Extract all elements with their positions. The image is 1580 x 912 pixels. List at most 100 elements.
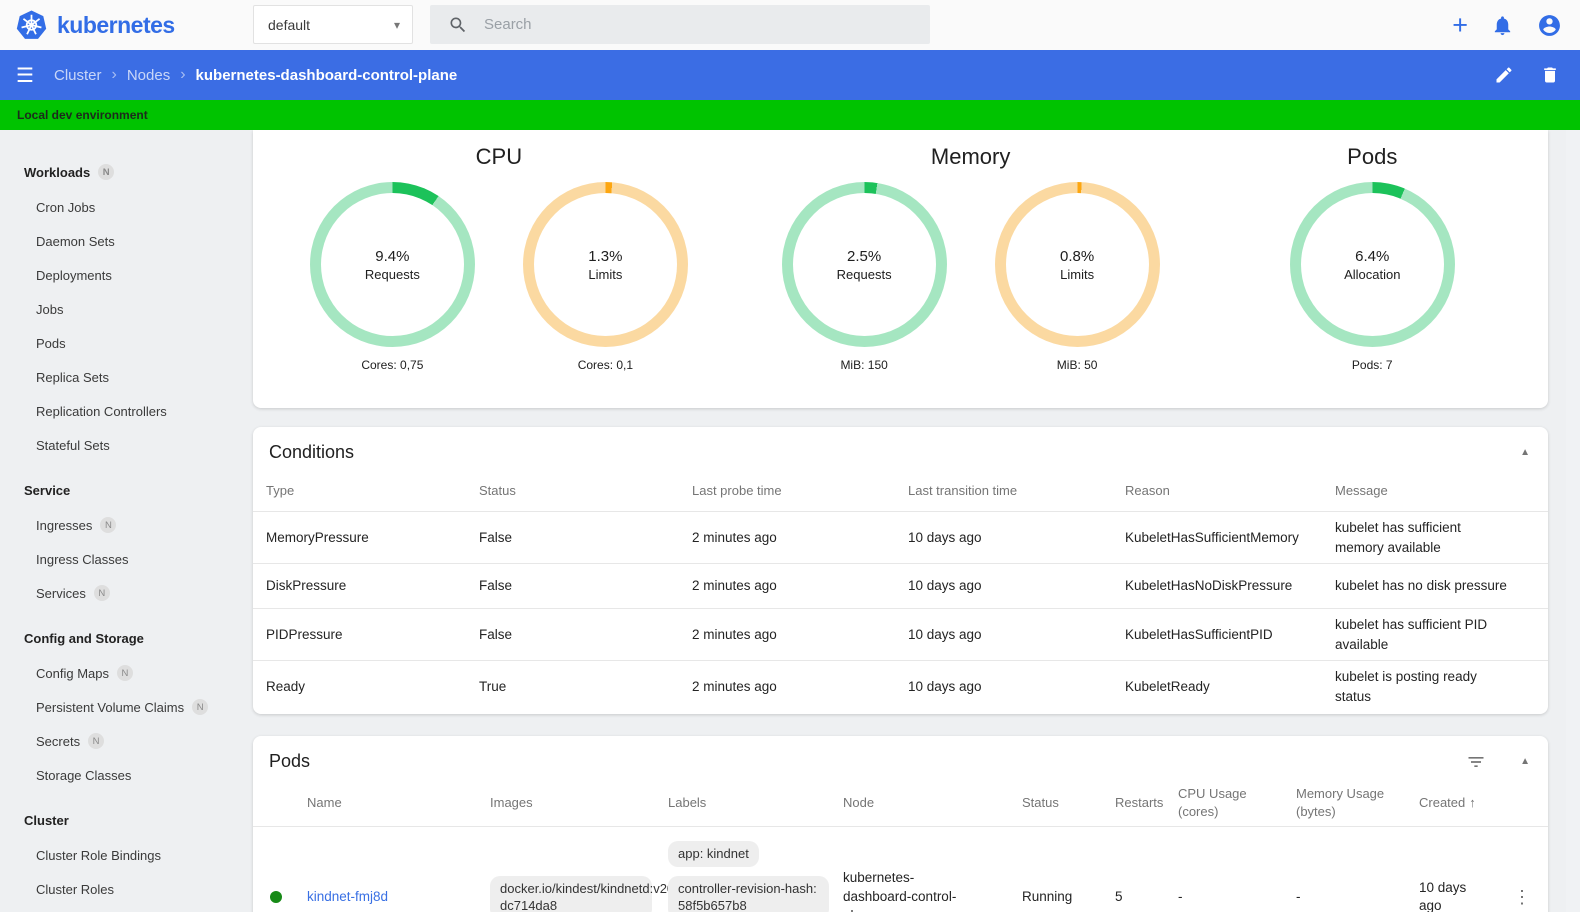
condition-type: MemoryPressure <box>266 529 369 545</box>
pods-header-row: Name Images Labels Node Status Restarts … <box>253 780 1548 826</box>
condition-probe-time: 2 minutes ago <box>692 626 777 642</box>
condition-status: True <box>479 679 507 695</box>
pod-restarts: 5 <box>1115 889 1123 905</box>
condition-probe-time: 2 minutes ago <box>692 578 777 594</box>
namespaced-badge: N <box>98 164 115 180</box>
condition-message: kubelet has no disk pressure <box>1335 578 1507 594</box>
donut-label: Requests <box>364 266 420 282</box>
pods-allocation-donut: 6.4% Allocation <box>1289 182 1455 347</box>
search-input[interactable] <box>484 16 918 33</box>
brand[interactable]: kubernetes <box>16 0 175 50</box>
top-header: kubernetes default ▾ + <box>0 0 1580 50</box>
condition-message: kubelet is posting ready status <box>1335 669 1477 704</box>
sidebar-item-label: Ingress Classes <box>36 551 129 567</box>
sidebar-section-label: Cluster <box>24 812 69 828</box>
condition-reason: KubeletHasSufficientMemory <box>1125 529 1299 545</box>
breadcrumb: Cluster › Nodes › kubernetes-dashboard-c… <box>54 66 457 84</box>
filter-icon[interactable] <box>1466 752 1486 772</box>
cpu-limits-donut: 1.3% Limits <box>522 182 688 347</box>
column-header: Images <box>490 795 533 811</box>
sidebar-section-cluster[interactable]: Cluster <box>0 802 247 838</box>
pod-name-link[interactable]: kindnet-fmj8d <box>307 889 388 904</box>
brand-wordmark: kubernetes <box>57 11 175 38</box>
namespace-selector[interactable]: default ▾ <box>253 5 413 44</box>
sidebar-item-label: Services <box>36 585 86 601</box>
collapse-arrow-icon[interactable]: ▲ <box>1520 447 1530 458</box>
sidebar-section-config-storage[interactable]: Config and Storage <box>0 620 247 656</box>
column-header: Message <box>1335 482 1388 498</box>
sidebar-section-service[interactable]: Service <box>0 472 247 508</box>
vertical-scrollbar[interactable] <box>1566 130 1580 912</box>
conditions-header-row: Type Status Last probe time Last transit… <box>253 471 1548 511</box>
sidebar-item-cluster-roles[interactable]: Cluster Roles <box>0 872 247 906</box>
edit-pencil-icon[interactable] <box>1494 65 1514 85</box>
search-bar <box>430 5 930 44</box>
condition-message: kubelet has sufficient PID available <box>1335 617 1488 652</box>
sidebar-item-replication-controllers[interactable]: Replication Controllers <box>0 394 247 428</box>
allocation-charts-card: CPU 9.4% Requests Cores: 0,75 1.3% Limit… <box>253 130 1548 408</box>
namespaced-badge: N <box>116 665 133 681</box>
pod-status: Running <box>1022 889 1073 905</box>
donut-caption: Pods: 7 <box>1351 358 1393 372</box>
pod-created: 10 days ago <box>1419 879 1467 912</box>
condition-type: PIDPressure <box>266 626 343 642</box>
sidebar-item-cron-jobs[interactable]: Cron Jobs <box>0 190 247 224</box>
column-header: Labels <box>668 795 707 811</box>
create-resource-button[interactable]: + <box>1452 11 1468 39</box>
delete-trash-icon[interactable] <box>1540 65 1560 85</box>
sidebar-item-label: Storage Classes <box>36 767 132 783</box>
sidebar-item-replica-sets[interactable]: Replica Sets <box>0 360 247 394</box>
sidebar-item-secrets[interactable]: Secrets N <box>0 724 247 758</box>
breadcrumb-nodes[interactable]: Nodes <box>127 67 170 84</box>
menu-hamburger-icon[interactable]: ☰ <box>16 63 44 88</box>
kubernetes-logo-icon <box>16 10 47 41</box>
sidebar-item-ingress-classes[interactable]: Ingress Classes <box>0 542 247 576</box>
sidebar-item-ingresses[interactable]: Ingresses N <box>0 508 247 542</box>
sidebar-item-cluster-role-bindings[interactable]: Cluster Role Bindings <box>0 838 247 872</box>
user-account-icon[interactable] <box>1537 13 1562 38</box>
condition-message: kubelet has sufficient memory available <box>1335 520 1461 555</box>
sidebar-item-stateful-sets[interactable]: Stateful Sets <box>0 428 247 462</box>
column-header: CPU Usage (cores) <box>1178 786 1247 820</box>
pod-labels: app: kindnet controller-revision-hash: 5… <box>668 841 843 912</box>
column-header: Reason <box>1125 482 1170 498</box>
sidebar-item-storage-classes[interactable]: Storage Classes <box>0 758 247 792</box>
donut-percent: 1.3% <box>588 247 623 265</box>
sidebar-item-deployments[interactable]: Deployments <box>0 258 247 292</box>
sidebar-item-jobs[interactable]: Jobs <box>0 292 247 326</box>
sidebar-item-pods[interactable]: Pods <box>0 326 247 360</box>
collapse-arrow-icon[interactable]: ▲ <box>1520 756 1530 767</box>
memory-limits-donut: 0.8% Limits <box>994 182 1160 347</box>
namespaced-badge: N <box>88 733 105 749</box>
column-header: Restarts <box>1115 795 1164 811</box>
donut-percent: 2.5% <box>847 247 882 265</box>
condition-probe-time: 2 minutes ago <box>692 679 777 695</box>
sidebar-item-label: Cluster Roles <box>36 881 115 897</box>
column-header-label: Created <box>1419 795 1466 811</box>
sidebar-section-label: Workloads <box>24 164 91 180</box>
breadcrumb-cluster[interactable]: Cluster <box>54 67 102 84</box>
search-icon <box>448 15 468 35</box>
sidebar-item-persistent-volume-claims[interactable]: Persistent Volume Claims N <box>0 690 247 724</box>
sidebar-nav: Workloads N Cron Jobs Daemon Sets Deploy… <box>0 130 247 912</box>
notifications-bell-icon[interactable] <box>1491 14 1514 37</box>
sidebar-item-daemon-sets[interactable]: Daemon Sets <box>0 224 247 258</box>
pods-allocation-group: Pods 6.4% Allocation Pods: 7 <box>1207 130 1539 408</box>
sidebar-item-config-maps[interactable]: Config Maps N <box>0 656 247 690</box>
sidebar-item-label: Stateful Sets <box>36 437 110 453</box>
sidebar-item-services[interactable]: Services N <box>0 576 247 610</box>
column-header: Node <box>843 795 875 811</box>
sidebar-item-label: Secrets <box>36 733 81 749</box>
column-header: Last probe time <box>692 482 782 498</box>
sidebar-item-label: Ingresses <box>36 517 93 533</box>
donut-caption: Cores: 0,75 <box>361 358 424 372</box>
sidebar-section-label: Config and Storage <box>24 630 144 646</box>
sidebar-section-workloads[interactable]: Workloads N <box>0 154 247 190</box>
cpu-title: CPU <box>475 144 523 169</box>
pod-actions-kebab-icon[interactable]: ⋮ <box>1502 887 1542 908</box>
sidebar-item-label: Pods <box>36 335 66 351</box>
column-header: Type <box>266 482 295 498</box>
breadcrumb-current-node: kubernetes-dashboard-control-plane <box>195 66 458 84</box>
condition-probe-time: 2 minutes ago <box>692 529 777 545</box>
column-header-created[interactable]: Created ↑ <box>1419 794 1502 812</box>
